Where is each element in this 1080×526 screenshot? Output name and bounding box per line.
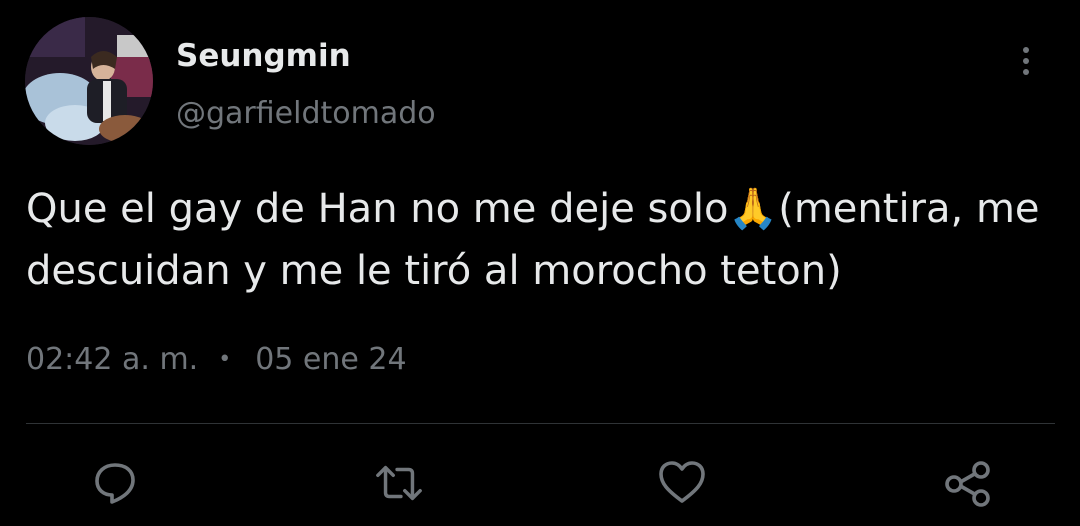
tweet-date: 05 ene 24	[255, 342, 407, 377]
retweet-button[interactable]	[374, 458, 424, 508]
share-icon	[945, 461, 990, 507]
avatar-photo	[25, 17, 153, 145]
user-handle[interactable]: @garfieldtomado	[176, 96, 436, 132]
share-button[interactable]	[943, 458, 993, 508]
retweet-icon	[376, 465, 422, 501]
reply-button[interactable]	[90, 458, 140, 508]
tweet-time: 02:42 a. m.	[26, 342, 199, 377]
more-options-icon[interactable]	[1010, 40, 1042, 82]
display-name[interactable]: Seungmin	[176, 38, 351, 74]
avatar[interactable]	[25, 17, 153, 145]
divider	[26, 423, 1055, 424]
meta-separator: •	[218, 347, 232, 372]
like-button[interactable]	[657, 458, 707, 508]
reply-icon	[95, 463, 135, 504]
tweet-meta: 02:42 a. m. • 05 ene 24	[26, 342, 407, 378]
like-icon	[659, 461, 705, 503]
tweet-text: Que el gay de Han no me deje solo🙏(menti…	[26, 186, 1040, 294]
